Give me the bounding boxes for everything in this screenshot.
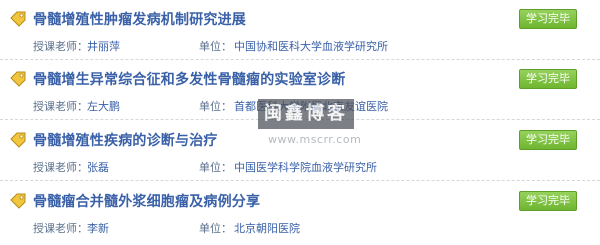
study-complete-button[interactable]: 学习完毕 — [519, 130, 577, 150]
teacher-label: 授课老师： — [33, 222, 88, 235]
teacher-name: 张磊 — [87, 161, 109, 174]
watermark-text: 闽鑫博客 — [258, 99, 354, 129]
tag-icon — [10, 11, 26, 27]
teacher-name: 李新 — [87, 222, 109, 235]
course-meta: 授课老师： 李新 单位： 北京朝阳医院 — [0, 220, 600, 236]
study-complete-button[interactable]: 学习完毕 — [519, 191, 577, 211]
teacher-label: 授课老师： — [33, 100, 88, 113]
tag-icon — [10, 71, 26, 87]
teacher-label: 授课老师： — [33, 40, 88, 53]
teacher-name: 井丽萍 — [87, 40, 120, 53]
course-item: 骨髓瘤合并髓外浆细胞瘤及病例分享 学习完毕 授课老师： 李新 单位： 北京朝阳医… — [0, 182, 600, 242]
watermark-url: www.mscrr.com — [268, 133, 362, 146]
course-meta: 授课老师： 张磊 单位： 中国医学科学院血液学研究所 — [0, 159, 600, 175]
unit-label: 单位： — [199, 222, 232, 235]
teacher-label: 授课老师： — [33, 161, 88, 174]
course-title-link[interactable]: 骨髓瘤合并髓外浆细胞瘤及病例分享 — [33, 191, 260, 211]
unit-name: 中国协和医科大学血液学研究所 — [234, 40, 388, 53]
tag-icon — [10, 193, 26, 209]
watermark: 闽鑫博客 www.mscrr.com — [258, 99, 390, 151]
unit-name: 中国医学科学院血液学研究所 — [234, 161, 377, 174]
course-title-link[interactable]: 骨髓增生异常综合征和多发性骨髓瘤的实验室诊断 — [33, 69, 345, 89]
unit-label: 单位： — [199, 161, 232, 174]
study-complete-button[interactable]: 学习完毕 — [519, 9, 577, 29]
unit-name: 北京朝阳医院 — [234, 222, 300, 235]
study-complete-button[interactable]: 学习完毕 — [519, 69, 577, 89]
tag-icon — [10, 132, 26, 148]
course-item: 骨髓增殖性肿瘤发病机制研究进展 学习完毕 授课老师： 井丽萍 单位： 中国协和医… — [0, 0, 600, 60]
course-title-link[interactable]: 骨髓增殖性肿瘤发病机制研究进展 — [33, 9, 246, 29]
divider — [0, 180, 600, 181]
unit-label: 单位： — [199, 100, 232, 113]
course-title-link[interactable]: 骨髓增殖性疾病的诊断与治疗 — [33, 130, 218, 150]
unit-label: 单位： — [199, 40, 232, 53]
course-meta: 授课老师： 井丽萍 单位： 中国协和医科大学血液学研究所 — [0, 38, 600, 54]
teacher-name: 左大鹏 — [87, 100, 120, 113]
